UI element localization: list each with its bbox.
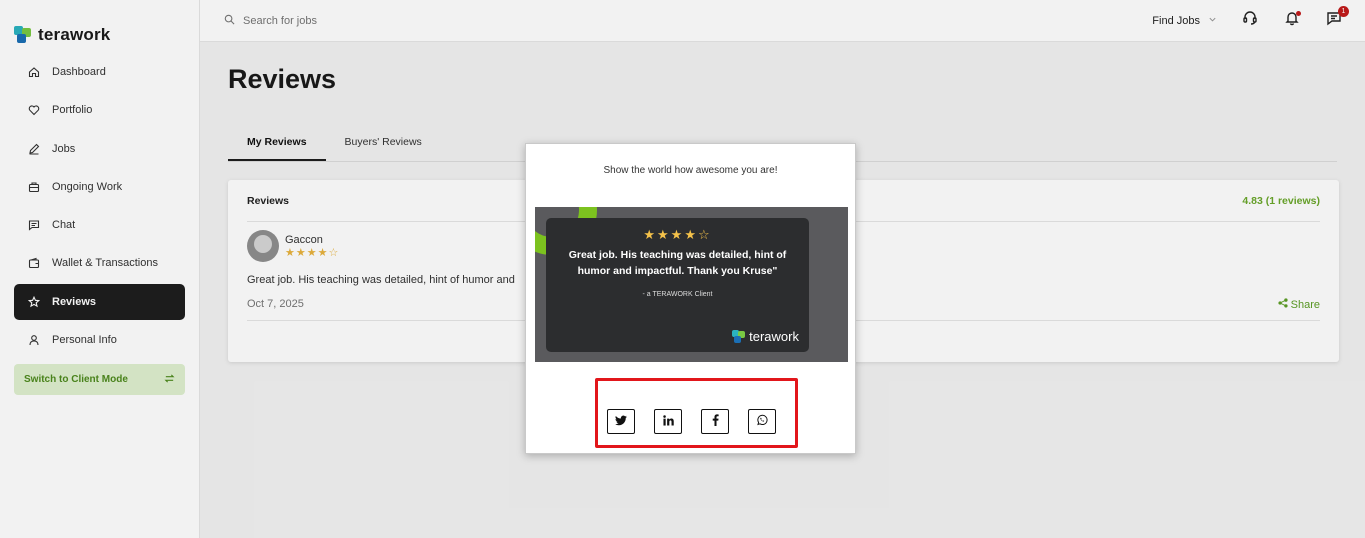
share-review-modal: Show the world how awesome you are! ★★★★… [525, 143, 856, 454]
quote-text: Great job. His teaching was detailed, hi… [568, 249, 787, 277]
card-brand-name: terawork [749, 329, 799, 344]
quote-stars: ★★★★☆ [643, 227, 712, 242]
share-twitter-button[interactable] [607, 409, 635, 434]
quote-box: ★★★★☆ Great job. His teaching was detail… [546, 218, 809, 352]
linkedin-icon [662, 414, 674, 429]
share-facebook-button[interactable] [701, 409, 729, 434]
social-share-buttons [607, 409, 776, 434]
card-brand: terawork [732, 329, 799, 344]
review-share-image: ★★★★☆ Great job. His teaching was detail… [535, 207, 848, 362]
modal-title: Show the world how awesome you are! [603, 165, 778, 176]
share-whatsapp-button[interactable] [748, 409, 776, 434]
terawork-logo-icon [732, 330, 746, 343]
whatsapp-icon [756, 414, 768, 429]
quote-attribution: - a TERAWORK Client [642, 291, 713, 298]
twitter-icon [615, 414, 627, 429]
facebook-icon [712, 414, 719, 429]
app-root: terawork Dashboard Portfolio Jobs Ongoin… [0, 0, 1365, 538]
share-linkedin-button[interactable] [654, 409, 682, 434]
